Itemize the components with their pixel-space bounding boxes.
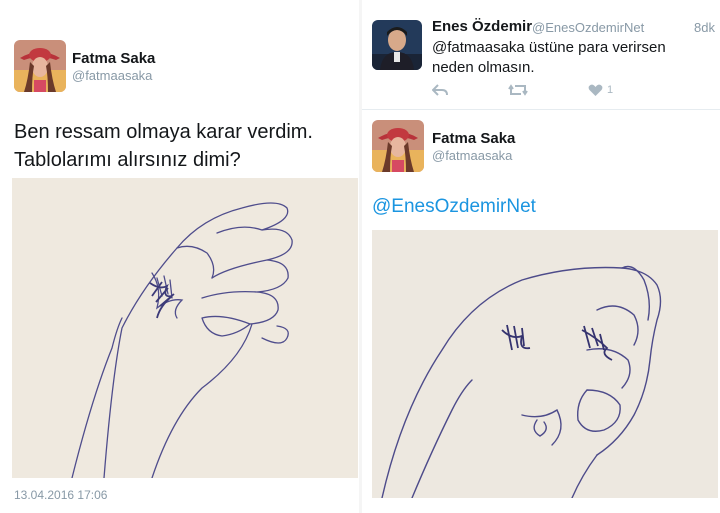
avatar[interactable] <box>372 120 424 172</box>
tweet-photo-hand-drawing[interactable] <box>372 230 718 498</box>
mention-link[interactable]: @EnesOzdemirNet <box>372 196 536 218</box>
author-handle[interactable]: @fatmaasaka <box>432 148 512 163</box>
heart-icon <box>588 84 603 96</box>
like-count: 1 <box>607 84 614 96</box>
reply-text-line2: neden olmasın. <box>432 59 535 76</box>
tweet-time[interactable]: 8dk <box>694 20 715 35</box>
author-name[interactable]: Fatma Saka <box>72 50 155 67</box>
reply-text-line1: @fatmaasaka üstüne para verirsen <box>432 39 666 56</box>
avatar-image <box>14 40 66 92</box>
retweet-icon <box>508 84 528 96</box>
author-name[interactable]: Fatma Saka <box>432 130 515 147</box>
avatar[interactable] <box>14 40 66 92</box>
tweet-text-line2: Tablolarımı alırsınız dimi? <box>14 149 241 171</box>
author-name[interactable]: Enes Özdemir <box>432 18 532 35</box>
avatar-image <box>372 120 424 172</box>
like-button[interactable]: 1 <box>588 84 613 97</box>
retweet-button[interactable] <box>508 83 528 97</box>
avatar[interactable] <box>372 20 422 70</box>
tweet-date[interactable]: 13.04.2016 17:06 <box>14 488 107 502</box>
reply-icon <box>432 84 448 96</box>
hand-sketch-image <box>12 178 358 478</box>
tweet-actions: 1 <box>432 83 632 97</box>
avatar-image <box>372 20 422 70</box>
author-handle[interactable]: @EnesOzdemirNet <box>532 20 644 35</box>
tweet-photo-hand-drawing[interactable] <box>12 178 358 478</box>
right-thread: Enes Özdemir @EnesOzdemirNet 8dk @fatmaa… <box>362 0 720 513</box>
reply-button[interactable] <box>432 83 448 97</box>
thread-separator <box>362 109 720 110</box>
left-tweet: Fatma Saka @fatmaasaka Ben ressam olmaya… <box>0 0 360 513</box>
tweet-text-line1: Ben ressam olmaya karar verdim. <box>14 121 313 143</box>
screenshot-collage: Fatma Saka @fatmaasaka Ben ressam olmaya… <box>0 0 720 513</box>
author-handle[interactable]: @fatmaasaka <box>72 68 152 83</box>
hand-sketch-image <box>372 230 718 498</box>
